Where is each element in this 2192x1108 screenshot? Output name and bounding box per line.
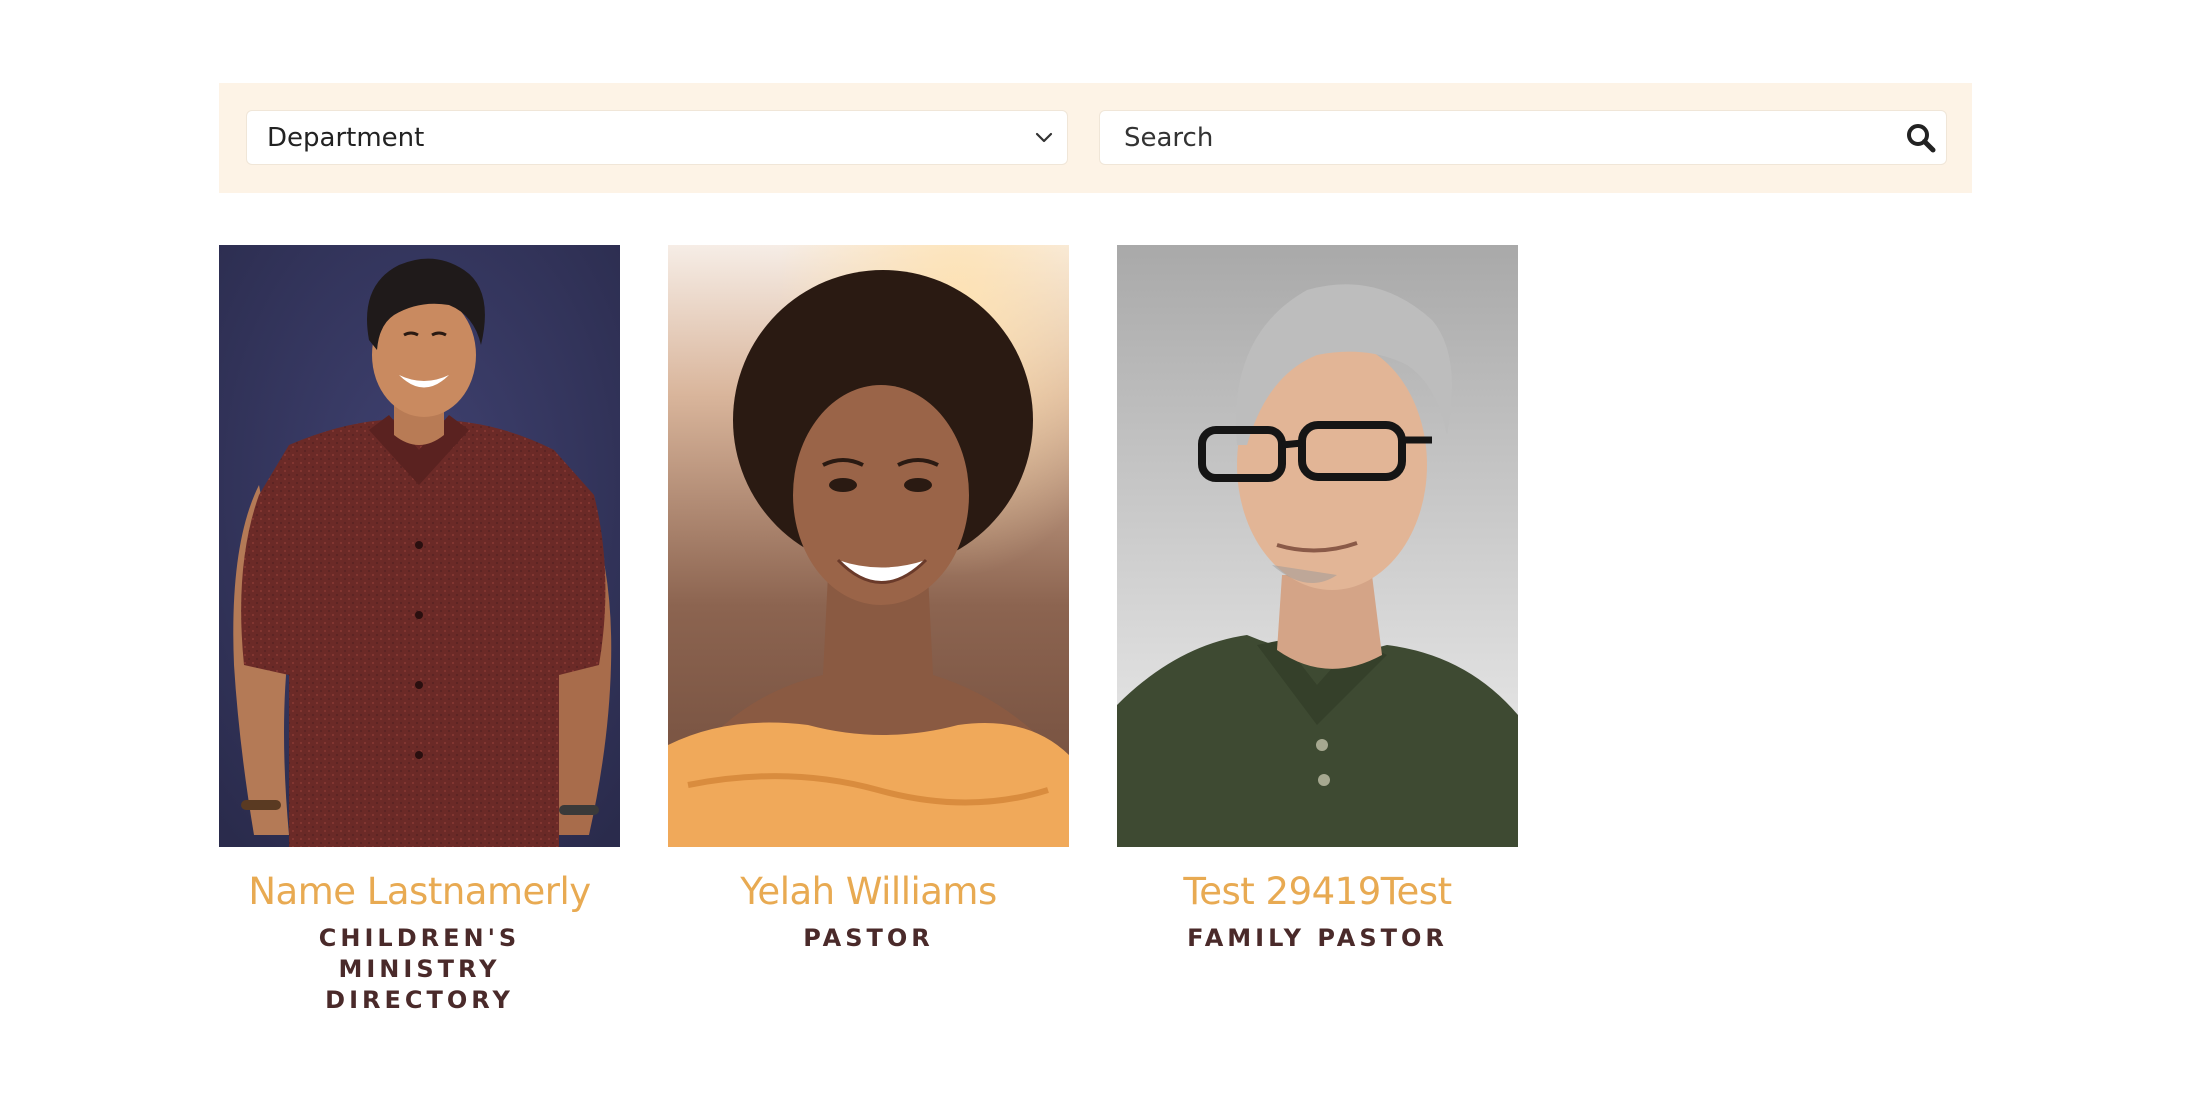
staff-name[interactable]: Name Lastnamerly (219, 867, 620, 917)
staff-name[interactable]: Yelah Williams (668, 867, 1069, 917)
search-icon[interactable] (1904, 121, 1938, 155)
search-input[interactable] (1100, 111, 1884, 164)
search-box (1099, 110, 1947, 165)
staff-card[interactable]: Yelah Williams PASTOR (668, 245, 1069, 954)
staff-photo[interactable] (1117, 245, 1518, 847)
staff-photo[interactable] (668, 245, 1069, 847)
department-select[interactable]: Department (246, 110, 1068, 165)
filter-bar: Department (219, 83, 1972, 193)
staff-title: FAMILY PASTOR (1187, 924, 1448, 952)
department-select-label: Department (267, 123, 425, 153)
staff-name[interactable]: Test 29419Test (1117, 867, 1518, 917)
staff-title: PASTOR (803, 924, 934, 952)
staff-photo[interactable] (219, 245, 620, 847)
staff-card[interactable]: Test 29419Test FAMILY PASTOR (1117, 245, 1518, 954)
staff-title: CHILDREN'S MINISTRY DIRECTORY (318, 924, 521, 1014)
staff-card[interactable]: Name Lastnamerly CHILDREN'S MINISTRY DIR… (219, 245, 620, 1016)
chevron-down-icon (1035, 132, 1053, 143)
